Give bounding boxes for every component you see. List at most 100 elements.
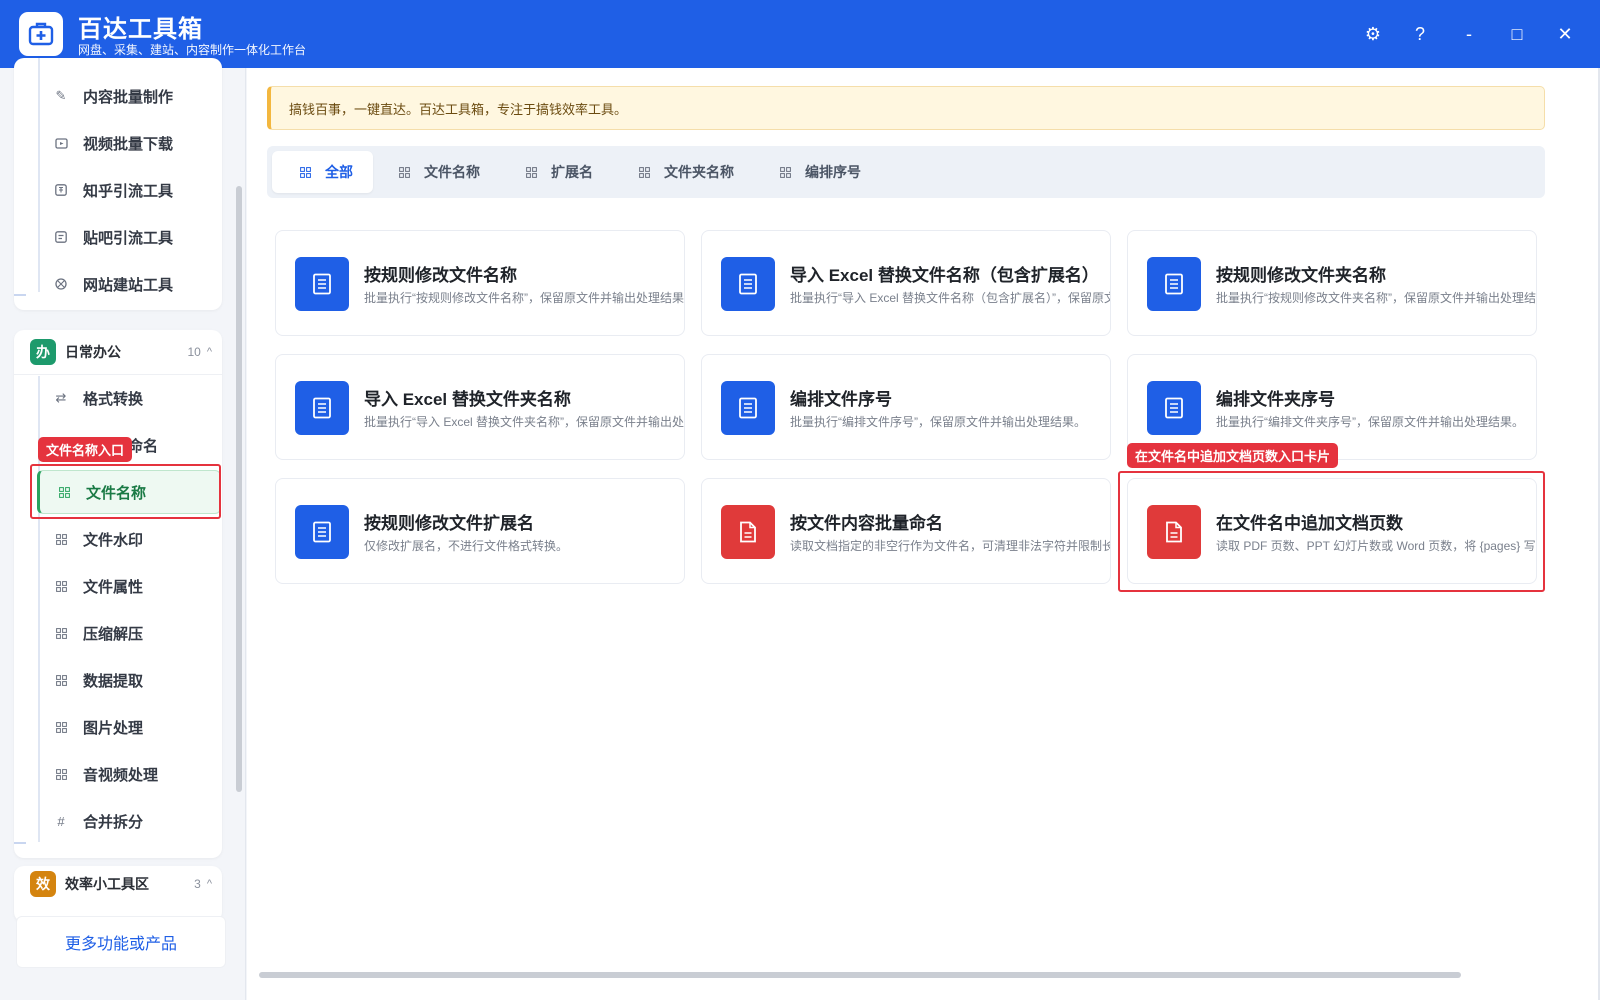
sidebar-item-label: 贴吧引流工具 xyxy=(83,229,174,247)
card-title: 按规则修改文件夹名称 xyxy=(1216,266,1386,285)
tab-folder-name[interactable]: 文件夹名称 xyxy=(611,151,754,193)
minimize-button[interactable]: - xyxy=(1455,20,1483,48)
office-badge: 办 xyxy=(30,339,56,365)
grid-icon xyxy=(526,166,537,178)
maximize-icon: □ xyxy=(1511,23,1523,44)
help-icon: ? xyxy=(1414,23,1425,44)
tree-line-end xyxy=(14,294,26,296)
video-icon xyxy=(53,135,69,151)
page-count-card-highlight-box xyxy=(1118,471,1545,592)
grid-icon xyxy=(399,166,410,178)
sidebar-item-image[interactable]: 图片处理 xyxy=(37,705,221,749)
sidebar-item-label: 数据提取 xyxy=(83,672,144,690)
grid-icon xyxy=(639,166,650,178)
group-header-office[interactable]: 办 日常办公 10 ^ xyxy=(14,330,222,374)
sidebar-item-label: 网站建站工具 xyxy=(83,276,174,294)
more-products-button[interactable]: 更多功能或产品 xyxy=(16,916,226,968)
sidebar-item-website[interactable]: 网站建站工具 xyxy=(37,262,221,306)
grid-icon xyxy=(53,766,69,782)
card-title: 导入 Excel 替换文件夹名称 xyxy=(364,390,571,409)
swap-icon: ⇄ xyxy=(55,390,67,405)
tab-label: 全部 xyxy=(325,164,353,180)
grid-icon xyxy=(300,166,311,178)
chevron-up-icon: ^ xyxy=(206,346,212,358)
file-name-highlight-box xyxy=(30,464,221,519)
efficiency-badge: 效 xyxy=(30,871,56,897)
tool-card[interactable]: 导入 Excel 替换文件夹名称 批量执行“导入 Excel 替换文件夹名称”，… xyxy=(275,354,685,460)
tool-card[interactable]: 编排文件序号 批量执行“编排文件序号”，保留原文件并输出处理结果。 xyxy=(701,354,1111,460)
sidebar-item-label: 音视频处理 xyxy=(83,766,159,784)
sidebar-item-merge-split[interactable]: # 合并拆分 xyxy=(37,799,221,843)
file-name-entry-tag: 文件名称入口 xyxy=(38,437,133,462)
card-title: 导入 Excel 替换文件名称（包含扩展名） xyxy=(790,266,1099,285)
document-icon xyxy=(721,381,775,435)
card-description: 批量执行“编排文件序号”，保留原文件并输出处理结果。 xyxy=(790,415,1086,429)
sidebar-item-file-attributes[interactable]: 文件属性 xyxy=(37,564,221,608)
horizontal-scrollbar[interactable] xyxy=(259,972,1461,978)
tool-card[interactable]: 按文件内容批量命名 读取文档指定的非空行作为文件名，可清理非法字符并限制长度。 xyxy=(701,478,1111,584)
tab-label: 文件夹名称 xyxy=(664,164,734,180)
sidebar-item-format-convert[interactable]: ⇄ 格式转换 xyxy=(37,376,221,420)
card-title: 编排文件夹序号 xyxy=(1216,390,1335,409)
sidebar: ✎ 内容批量制作 视频批量下载 知乎引流工具 贴吧引流工具 网站建站工具 办 日… xyxy=(0,58,246,1000)
tool-card[interactable]: 按规则修改文件夹名称 批量执行“按规则修改文件夹名称”，保留原文件并输出处理结果… xyxy=(1127,230,1537,336)
close-button[interactable]: ✕ xyxy=(1551,20,1579,48)
settings-button[interactable]: ⚙ xyxy=(1359,20,1387,48)
card-description: 批量执行“导入 Excel 替换文件名称（包含扩展名）”，保留原文件并输出处理结… xyxy=(790,291,1110,305)
grid-icon xyxy=(53,672,69,688)
category-tabs: 全部 文件名称 扩展名 文件夹名称 编排序号 xyxy=(267,146,1545,198)
close-icon: ✕ xyxy=(1557,23,1573,44)
minimize-icon: - xyxy=(1466,23,1472,44)
pen-icon: ✎ xyxy=(55,88,67,103)
sidebar-item-label: 内容批量制作 xyxy=(83,88,174,106)
tab-label: 文件名称 xyxy=(424,164,480,180)
sidebar-item-tieba[interactable]: 贴吧引流工具 xyxy=(37,215,221,259)
group-count: 10 xyxy=(187,345,201,359)
sidebar-item-content-batch[interactable]: ✎ 内容批量制作 xyxy=(37,74,221,118)
tab-label: 编排序号 xyxy=(805,164,861,180)
document-icon xyxy=(295,257,349,311)
sidebar-item-zhihu[interactable]: 知乎引流工具 xyxy=(37,168,221,212)
toolbox-logo-icon xyxy=(19,12,63,56)
divider xyxy=(14,374,222,375)
title-bar: 百达工具箱 网盘、采集、建站、内容制作一体化工作台 ⚙ ? - □ ✕ xyxy=(0,0,1600,68)
grid-icon xyxy=(53,719,69,735)
group-count: 3 xyxy=(194,877,201,891)
card-description: 批量执行“编排文件夹序号”，保留原文件并输出处理结果。 xyxy=(1216,415,1524,429)
sidebar-item-video-download[interactable]: 视频批量下载 xyxy=(37,121,221,165)
sidebar-item-label: 合并拆分 xyxy=(83,813,144,831)
tab-extension[interactable]: 扩展名 xyxy=(498,151,613,193)
sidebar-item-audio-video[interactable]: 音视频处理 xyxy=(37,752,221,796)
page-count-card-tag: 在文件名中追加文档页数入口卡片 xyxy=(1127,443,1339,468)
tab-all[interactable]: 全部 xyxy=(272,151,373,193)
group-name: 日常办公 xyxy=(65,344,121,360)
card-title: 按文件内容批量命名 xyxy=(790,514,943,533)
sidebar-item-label: 视频批量下载 xyxy=(83,135,174,153)
tieba-icon xyxy=(53,229,69,245)
chevron-up-icon: ^ xyxy=(206,878,212,890)
tab-sequence[interactable]: 编排序号 xyxy=(752,151,881,193)
group-header-efficiency[interactable]: 效 效率小工具区 3 ^ xyxy=(14,862,222,906)
card-description: 仅修改扩展名，不进行文件格式转换。 xyxy=(364,539,569,553)
document-icon xyxy=(295,381,349,435)
tree-line-end xyxy=(14,842,26,844)
hash-icon: # xyxy=(57,813,65,829)
maximize-button[interactable]: □ xyxy=(1503,20,1531,48)
sidebar-scrollbar[interactable] xyxy=(236,186,242,792)
tab-file-name[interactable]: 文件名称 xyxy=(371,151,500,193)
notice-banner: 搞钱百事，一键直达。百达工具箱，专注于搞钱效率工具。 xyxy=(267,86,1545,130)
document-icon xyxy=(1147,381,1201,435)
sidebar-item-data-extract[interactable]: 数据提取 xyxy=(37,658,221,702)
tool-card[interactable]: 按规则修改文件扩展名 仅修改扩展名，不进行文件格式转换。 xyxy=(275,478,685,584)
web-icon xyxy=(53,276,69,292)
tool-card[interactable]: 按规则修改文件名称 批量执行“按规则修改文件名称”，保留原文件并输出处理结果。 xyxy=(275,230,685,336)
tool-card[interactable]: 导入 Excel 替换文件名称（包含扩展名） 批量执行“导入 Excel 替换文… xyxy=(701,230,1111,336)
app-subtitle: 网盘、采集、建站、内容制作一体化工作台 xyxy=(78,43,307,57)
sidebar-item-file-watermark[interactable]: 文件水印 xyxy=(37,517,221,561)
sidebar-item-label: 图片处理 xyxy=(83,719,144,737)
grid-icon xyxy=(53,531,69,547)
card-description: 批量执行“导入 Excel 替换文件夹名称”，保留原文件并输出处理结果。 xyxy=(364,415,685,429)
help-button[interactable]: ? xyxy=(1406,20,1434,48)
sidebar-item-compress[interactable]: 压缩解压 xyxy=(37,611,221,655)
document-icon xyxy=(721,257,775,311)
